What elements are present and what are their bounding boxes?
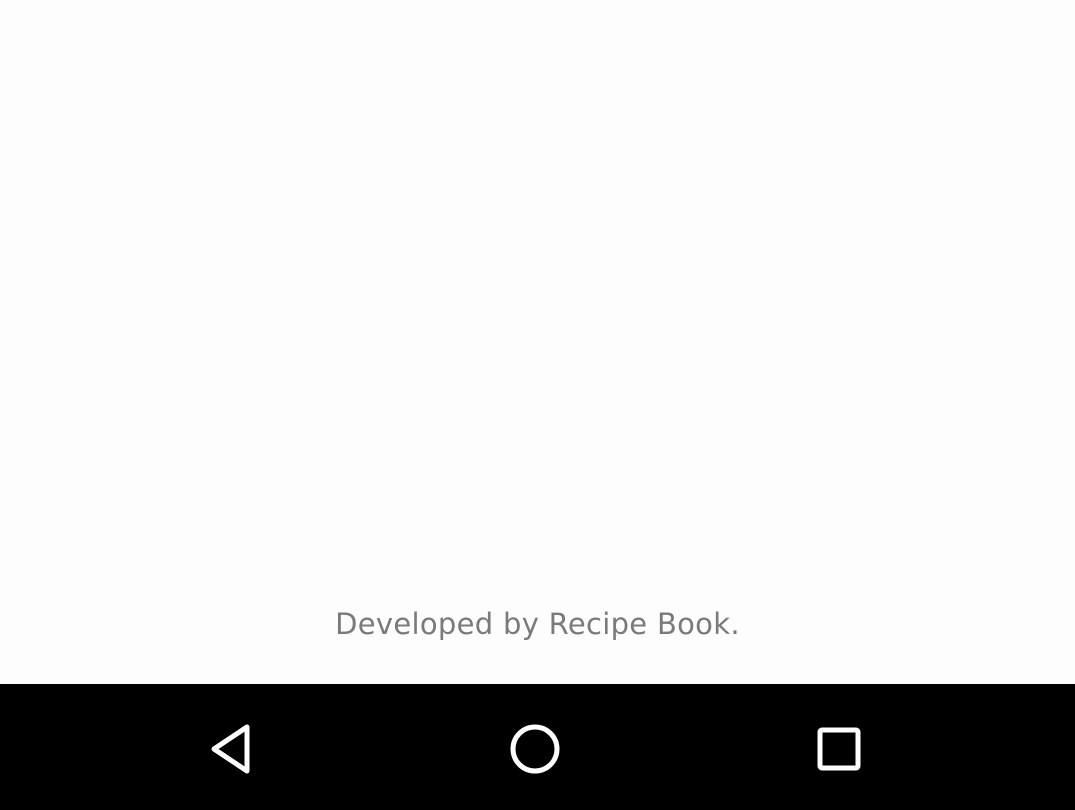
app-screen: Developed by Recipe Book.: [0, 0, 1075, 810]
developer-credit: Developed by Recipe Book.: [335, 607, 740, 641]
back-button[interactable]: [177, 694, 287, 804]
system-navigation-bar: [0, 684, 1075, 810]
back-triangle-icon: [211, 724, 250, 774]
home-button[interactable]: [480, 694, 590, 804]
home-circle-icon: [510, 724, 560, 774]
main-content: Developed by Recipe Book.: [0, 0, 1075, 684]
recents-square-icon: [817, 727, 861, 771]
recents-button[interactable]: [784, 694, 894, 804]
